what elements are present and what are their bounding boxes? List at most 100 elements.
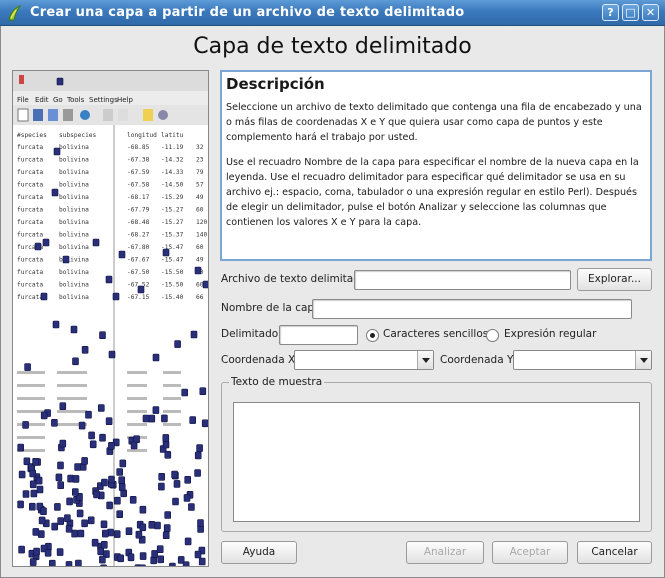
point-marker — [53, 147, 61, 156]
preview-cell: -15.40 — [161, 294, 184, 301]
illustration-image: File Edit Go Tools Settings Help #specie… — [13, 71, 208, 566]
point-marker — [118, 476, 125, 485]
point-marker — [29, 558, 37, 566]
preview-cell: -15.29 — [161, 194, 184, 201]
help-button[interactable]: Ayuda — [221, 541, 297, 564]
point-marker — [40, 292, 48, 301]
description-paragraph-2: Use el recuadro Nombre de la capa para e… — [226, 157, 639, 228]
point-marker — [158, 482, 165, 491]
point-marker — [190, 330, 198, 339]
description-paragraph-1: Seleccione un archivo de texto delimitad… — [226, 102, 642, 143]
point-marker — [17, 443, 24, 452]
preview-cell: furcata — [17, 144, 43, 151]
point-marker — [106, 501, 113, 510]
point-marker — [22, 490, 30, 498]
preview-cell: 32 — [196, 144, 204, 151]
preview-cell: 57 — [196, 182, 204, 189]
preview-cell: -15.47 — [161, 257, 184, 264]
regex-radio[interactable] — [486, 329, 499, 342]
point-marker — [102, 529, 109, 538]
preview-cell: -67.79 — [127, 207, 150, 214]
delimiter-input[interactable] — [279, 325, 358, 345]
point-marker — [108, 441, 115, 450]
preview-cell: -67.38 — [127, 157, 150, 164]
cancel-button[interactable]: Cancelar — [577, 541, 652, 564]
point-marker — [157, 555, 164, 564]
browse-button[interactable]: Explorar... — [577, 268, 652, 291]
point-marker — [71, 529, 78, 538]
point-marker — [62, 255, 70, 264]
simple-characters-radio[interactable] — [366, 329, 379, 342]
preview-cell: bolivina — [59, 169, 89, 176]
preview-cell: -67.50 — [127, 269, 150, 276]
preview-cell: -15.27 — [161, 219, 184, 226]
close-window-button[interactable]: ✕ — [642, 4, 659, 21]
point-marker — [172, 497, 179, 506]
point-marker — [169, 562, 176, 566]
point-marker — [99, 555, 106, 564]
preview-cell: -15.37 — [161, 232, 184, 239]
point-marker — [72, 475, 80, 483]
preview-menu-file: File — [17, 96, 29, 104]
point-marker — [162, 531, 170, 540]
preview-cell: -67.80 — [127, 244, 150, 251]
description-panel: Descripción Seleccione un archivo de tex… — [220, 70, 652, 261]
x-coordinate-combo[interactable] — [294, 350, 434, 370]
point-marker — [152, 353, 160, 362]
regex-label: Expresión regular — [504, 328, 597, 340]
point-marker — [184, 537, 192, 546]
y-coordinate-combo[interactable] — [513, 350, 652, 370]
point-marker — [74, 463, 81, 471]
point-marker — [51, 522, 59, 531]
point-marker — [40, 411, 48, 420]
point-marker — [174, 340, 181, 348]
maximize-window-button[interactable]: □ — [622, 4, 639, 21]
point-marker — [65, 524, 73, 533]
point-marker — [161, 414, 168, 423]
point-marker — [196, 444, 203, 452]
layer-name-input[interactable] — [312, 299, 632, 319]
point-marker — [181, 388, 188, 397]
point-marker — [148, 520, 156, 529]
preview-cell: -68.27 — [127, 232, 150, 239]
preview-cell: furcata — [17, 169, 43, 176]
preview-cell: 120 — [196, 219, 207, 226]
file-input[interactable] — [354, 270, 571, 290]
preview-cell: bolivina — [59, 144, 89, 151]
point-marker — [29, 469, 37, 478]
window-title: Crear una capa a partir de un archivo de… — [30, 5, 465, 20]
help-window-button[interactable]: ? — [602, 4, 619, 21]
point-marker — [18, 470, 26, 479]
point-marker — [162, 434, 170, 442]
point-marker — [118, 250, 126, 259]
preview-cell: 60 — [196, 244, 204, 251]
preview-col-subspecies: subspecies — [59, 132, 97, 139]
preview-cell: -15.50 — [161, 282, 184, 289]
point-marker — [164, 511, 171, 519]
point-marker — [40, 507, 47, 516]
point-marker — [164, 450, 172, 459]
point-marker — [34, 242, 42, 251]
parse-button[interactable]: Analizar — [406, 541, 484, 564]
point-marker — [189, 416, 196, 424]
point-marker — [202, 280, 208, 289]
accept-button[interactable]: Aceptar — [492, 541, 568, 564]
point-marker — [57, 517, 65, 525]
preview-cell: bolivina — [59, 207, 89, 214]
preview-cell: 66 — [196, 294, 204, 301]
point-marker — [93, 490, 100, 499]
point-marker — [18, 545, 25, 554]
point-marker — [33, 547, 40, 556]
layer-name-label: Nombre de la capa — [221, 302, 321, 314]
point-marker — [56, 548, 64, 556]
point-marker — [72, 357, 79, 366]
preview-cell: 49 — [196, 194, 204, 201]
y-coordinate-chevron-down-icon[interactable] — [635, 351, 651, 369]
preview-col-latitud: latitu — [161, 132, 184, 139]
x-coordinate-chevron-down-icon[interactable] — [417, 351, 433, 369]
point-marker — [163, 524, 171, 532]
preview-cell: furcata — [17, 219, 43, 226]
sample-text-area[interactable] — [233, 402, 640, 522]
preview-cell: bolivina — [59, 269, 89, 276]
preview-cell: -67.59 — [127, 169, 150, 176]
